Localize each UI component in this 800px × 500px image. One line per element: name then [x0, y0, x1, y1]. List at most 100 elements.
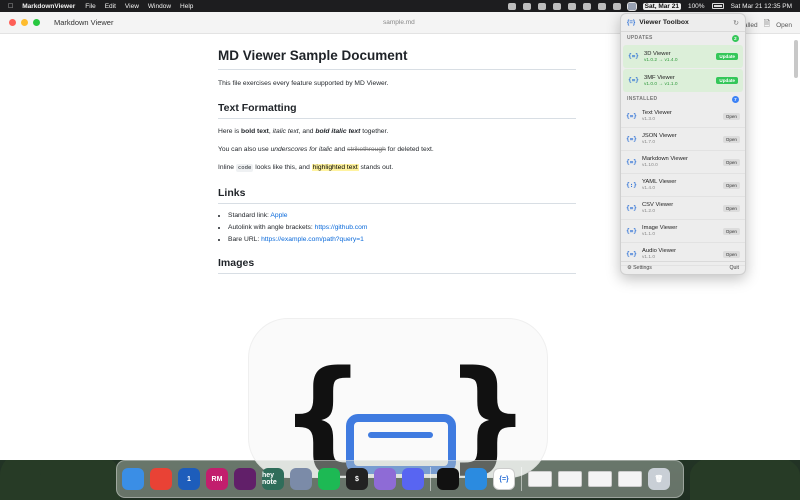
list-item-label: Bare URL:: [228, 236, 262, 243]
updates-count-badge: 2: [732, 34, 739, 42]
scrollbar-thumb[interactable]: [794, 40, 798, 78]
dock-chatgpt-icon[interactable]: [437, 468, 459, 490]
wifi-icon[interactable]: [612, 2, 621, 10]
links-list: Standard link: Apple Autolink with angle…: [228, 212, 576, 243]
zoom-button[interactable]: [33, 19, 40, 26]
viewer-icon: {:}: [626, 181, 637, 189]
open-button-label[interactable]: Open: [776, 22, 792, 29]
markdown-content: MD Viewer Sample Document This file exer…: [218, 48, 576, 282]
open-button[interactable]: Open: [722, 204, 740, 212]
item-version: v1.3.0: [642, 117, 656, 122]
menu-window[interactable]: Window: [148, 3, 171, 10]
menu-edit[interactable]: Edit: [105, 3, 116, 10]
link-github[interactable]: https://github.com: [315, 224, 368, 231]
tray-icon[interactable]: [597, 2, 606, 10]
list-item-label: Autolink with angle brackets:: [228, 224, 315, 231]
dock-slack-icon[interactable]: [234, 468, 256, 490]
tray-icon[interactable]: [582, 2, 591, 10]
dock-minimized-window[interactable]: [558, 471, 582, 487]
dock-rubymine-icon[interactable]: RM: [206, 468, 228, 490]
open-button[interactable]: Open: [722, 158, 740, 166]
dock-minimized-window[interactable]: [588, 471, 612, 487]
text-run: and: [332, 146, 348, 153]
open-button[interactable]: Open: [722, 250, 740, 258]
settings-button[interactable]: Settings: [633, 265, 652, 271]
apple-icon[interactable]: : [8, 3, 13, 10]
dock-xcode-tool-icon[interactable]: [465, 468, 487, 490]
text-run: , and: [298, 128, 316, 135]
viewer-toolbox-tray-icon[interactable]: [626, 1, 637, 11]
installed-count-badge: 7: [732, 95, 739, 103]
dock-minimized-window[interactable]: [528, 471, 552, 487]
open-button[interactable]: Open: [722, 181, 740, 189]
update-button[interactable]: Update: [716, 53, 738, 60]
open-file-icon[interactable]: 🗎: [764, 18, 770, 32]
date-badge[interactable]: Sat, Mar 21: [642, 2, 681, 10]
dock-minimized-window[interactable]: [618, 471, 642, 487]
text-run: looks like this, and: [253, 164, 312, 171]
dock-trash-icon[interactable]: 🗑: [648, 468, 670, 490]
viewer-icon: {=}: [628, 53, 639, 60]
viewer-icon: {=}: [628, 77, 639, 84]
minimize-button[interactable]: [21, 19, 28, 26]
bold-italic-text: bold italic text: [315, 128, 361, 135]
paragraph-formatting: Here is bold text, italic text, and bold…: [218, 127, 576, 136]
menu-help[interactable]: Help: [180, 3, 193, 10]
text-run: Inline: [218, 164, 236, 171]
tray-icon[interactable]: [537, 2, 546, 10]
item-name: Text Viewer: [642, 110, 672, 116]
battery-icon[interactable]: [711, 3, 724, 9]
link-example[interactable]: https://example.com/path?query=1: [261, 236, 364, 243]
item-name: YAML Viewer: [642, 179, 677, 185]
open-button[interactable]: Open: [722, 227, 740, 235]
right-brace-glyph: }: [445, 346, 531, 485]
dock-hey-notes-icon[interactable]: hey note: [262, 468, 284, 490]
strikethrough-text: strikethrough: [347, 146, 386, 153]
dock-viewer-toolbox-icon[interactable]: {=}: [493, 468, 515, 490]
item-name: Image Viewer: [642, 225, 678, 231]
item-version: v1.1.0: [642, 255, 656, 260]
item-name: 3D Viewer: [644, 50, 671, 57]
dock-orb-icon[interactable]: [374, 468, 396, 490]
quit-button[interactable]: Quit: [729, 265, 739, 271]
menu-app-name[interactable]: MarkdownViewer: [22, 3, 75, 10]
open-button[interactable]: Open: [722, 112, 740, 120]
viewer-icon: {=}: [626, 158, 637, 166]
dock-preview-icon[interactable]: [290, 468, 312, 490]
dock-finder-icon[interactable]: [122, 468, 144, 490]
installed-section-header: INSTALLED 7: [621, 93, 745, 105]
item-version: v1.10.0: [642, 163, 658, 168]
italic-text: italic text: [272, 128, 299, 135]
text-run: stands out.: [358, 164, 394, 171]
toolbox-logo-icon: {=}: [627, 19, 636, 26]
tray-icon[interactable]: [552, 2, 561, 10]
viewer-icon: {=}: [626, 250, 637, 258]
updates-section-header: UPDATES 2: [621, 32, 745, 44]
clock[interactable]: Sat Mar 21 12:35 PM: [731, 3, 792, 10]
dock-spotify-icon[interactable]: [318, 468, 340, 490]
dock-chrome-icon[interactable]: [150, 468, 172, 490]
tray-icon[interactable]: [567, 2, 576, 10]
menu-file[interactable]: File: [85, 3, 95, 10]
dock-1password-icon[interactable]: 1: [178, 468, 200, 490]
tray-icon[interactable]: [507, 2, 516, 10]
refresh-icon[interactable]: ↻: [733, 19, 739, 27]
installed-item-json-viewer: {=} JSON Viewer v1.7.0 Open: [621, 128, 745, 151]
dock-separator: [430, 467, 431, 491]
item-name: CSV Viewer: [642, 202, 674, 208]
underscore-italic-text: underscores for italic: [270, 146, 333, 153]
bold-text: bold text: [241, 128, 269, 135]
viewer-toolbox-popover: {=} Viewer Toolbox ↻ UPDATES 2 {=} 3D Vi…: [620, 13, 746, 275]
tray-icon[interactable]: [522, 2, 531, 10]
dock-terminal-icon[interactable]: $: [346, 468, 368, 490]
list-item: Bare URL: https://example.com/path?query…: [228, 236, 576, 243]
doc-intro: This file exercises every feature suppor…: [218, 80, 389, 87]
dock-discord-icon[interactable]: [402, 468, 424, 490]
link-apple[interactable]: Apple: [270, 212, 287, 219]
menu-extras: Sat, Mar 21 100% Sat Mar 21 12:35 PM: [507, 1, 792, 11]
open-button[interactable]: Open: [722, 135, 740, 143]
close-button[interactable]: [9, 19, 16, 26]
section-title: INSTALLED: [627, 96, 658, 102]
update-button[interactable]: Update: [716, 77, 738, 84]
menu-view[interactable]: View: [125, 3, 139, 10]
